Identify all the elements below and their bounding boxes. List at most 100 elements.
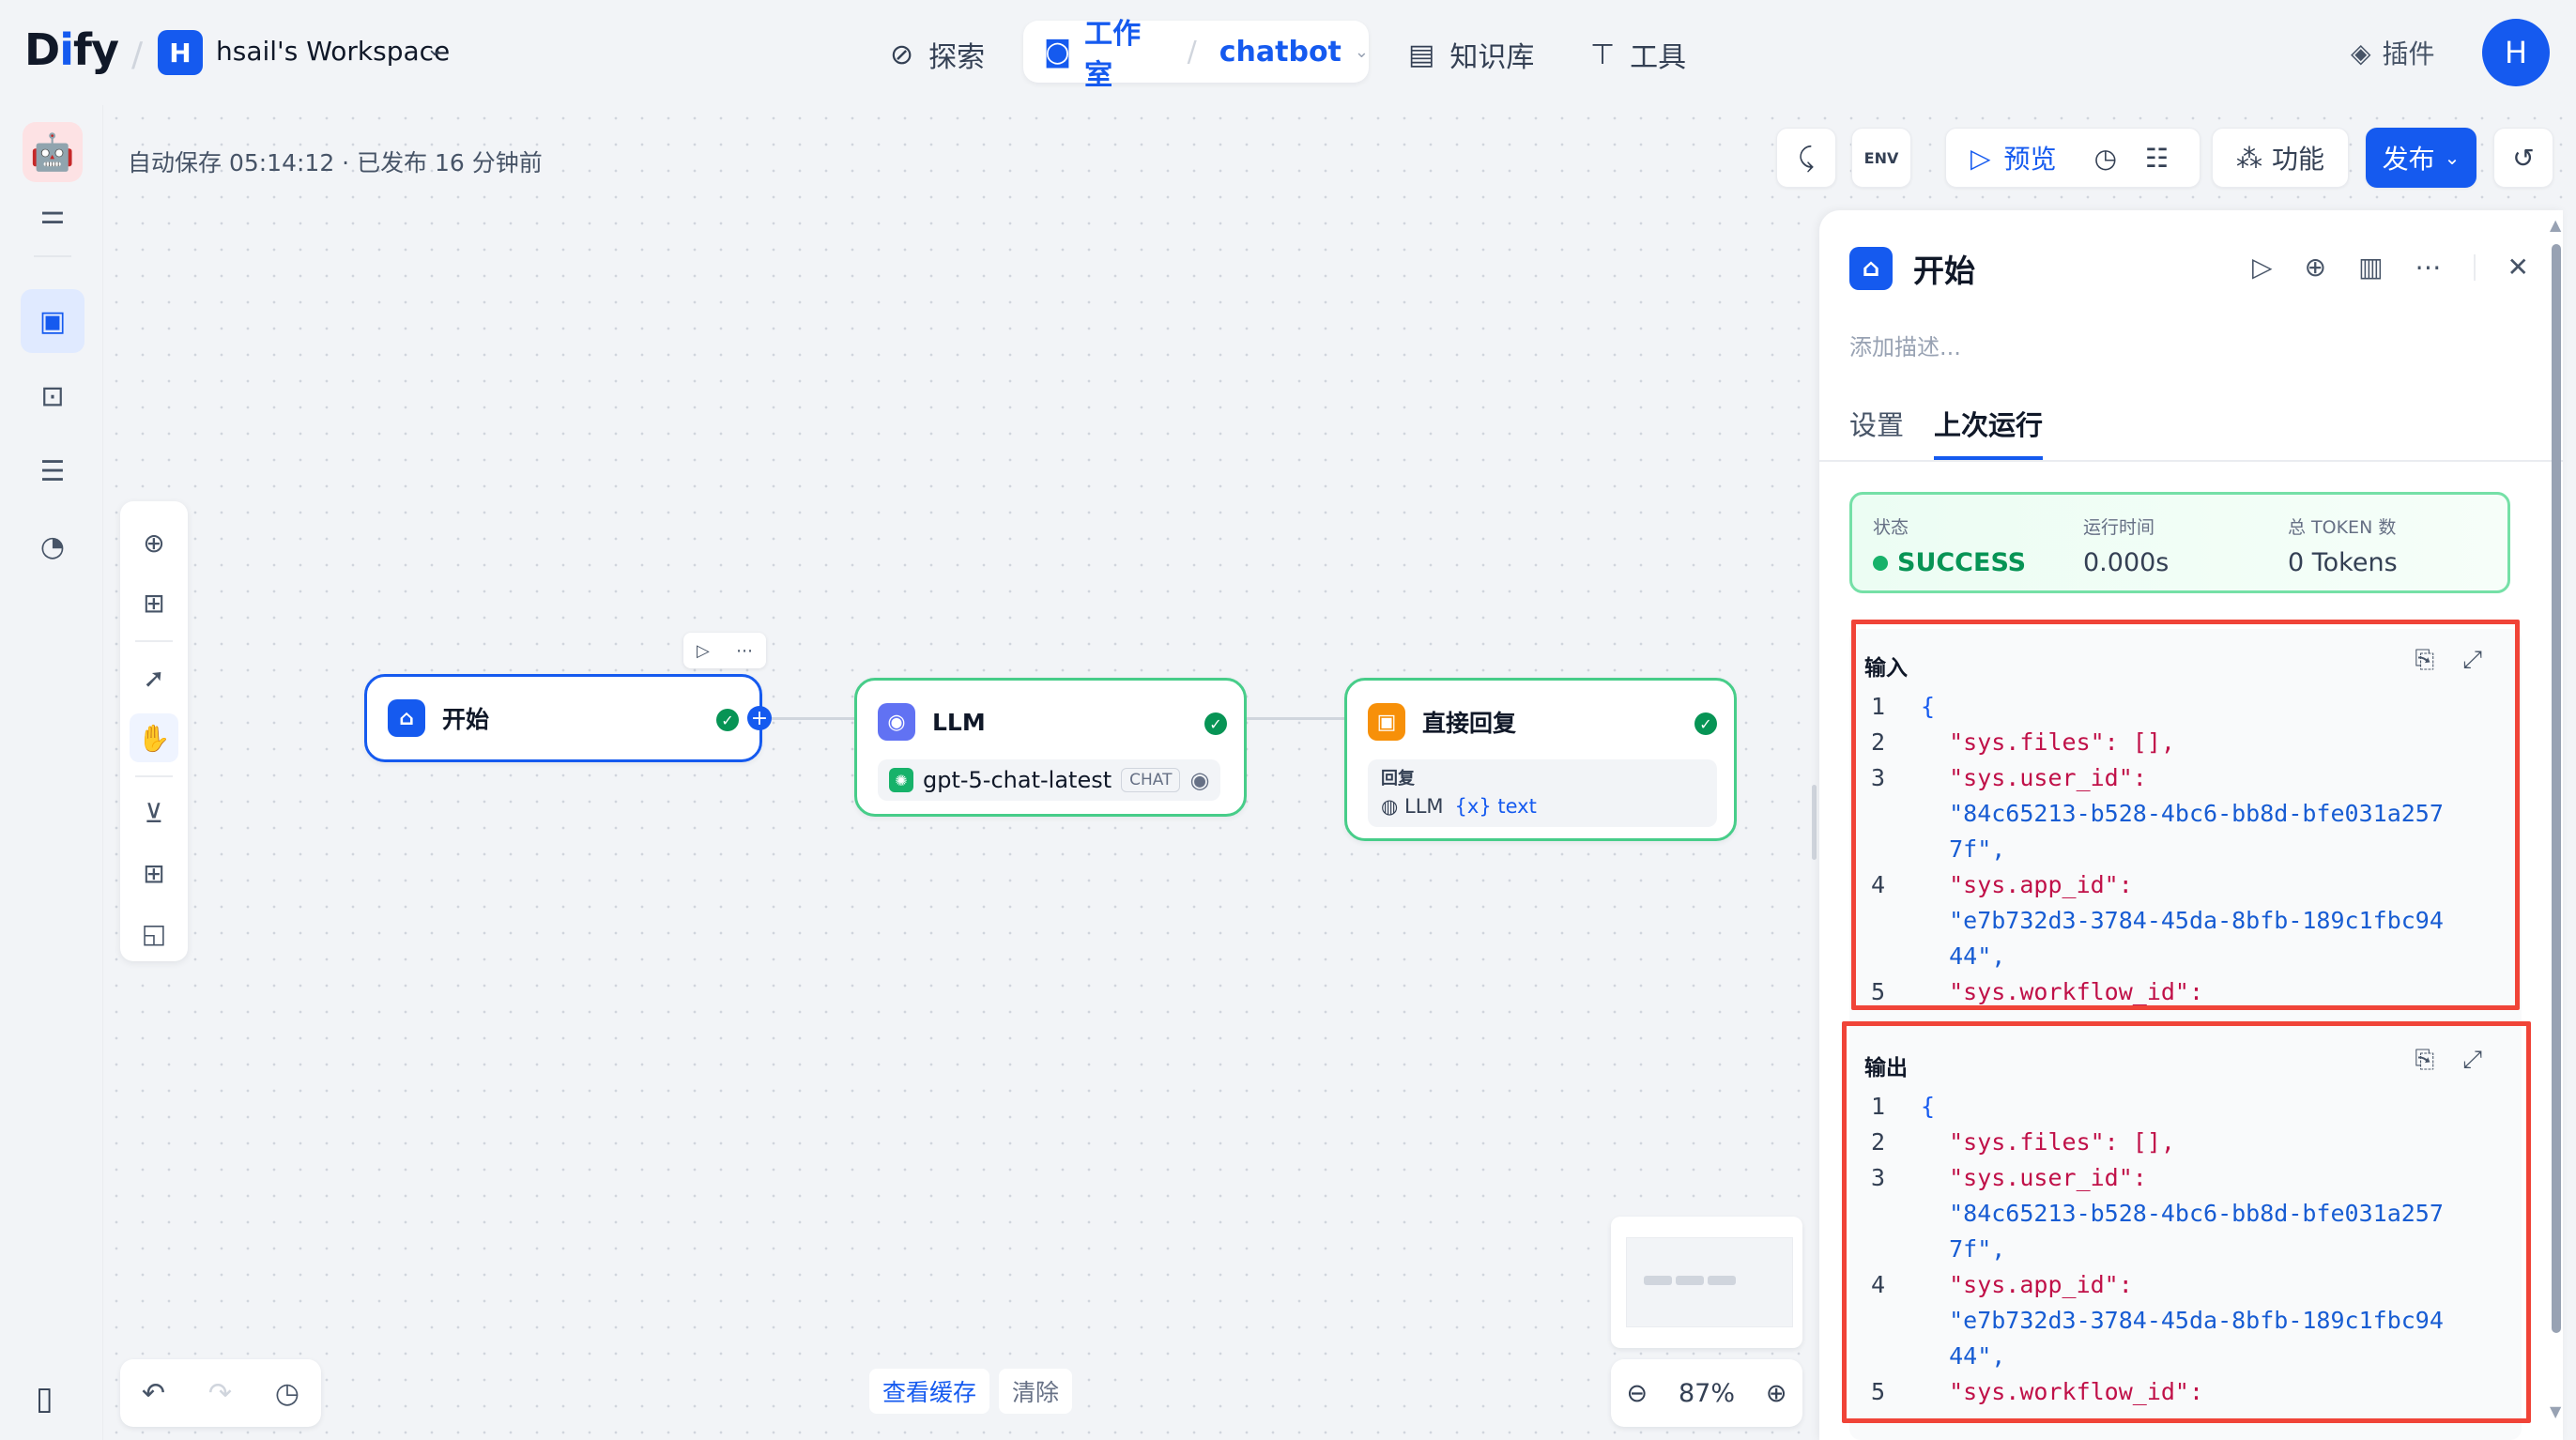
workspace-separator: / bbox=[131, 36, 144, 74]
run-time-value: 0.000s bbox=[2083, 548, 2170, 577]
reply-source-node: ◍ LLM bbox=[1381, 795, 1444, 818]
add-note-icon[interactable]: ⊞ bbox=[130, 578, 178, 627]
play-icon: ▷ bbox=[1970, 142, 1991, 174]
view-cache-button[interactable]: 查看缓存 bbox=[869, 1369, 990, 1414]
hand-icon[interactable]: ✋ bbox=[130, 713, 178, 762]
env-button[interactable]: ENV bbox=[1851, 128, 1911, 188]
compass-icon: ⊘ bbox=[890, 38, 914, 71]
close-icon[interactable]: ✕ bbox=[2507, 252, 2529, 283]
more-icon[interactable]: ⋯ bbox=[2415, 252, 2442, 283]
success-check-icon: ✓ bbox=[716, 709, 739, 731]
terminal-icon: ⊡ bbox=[40, 379, 65, 413]
chevron-down-icon[interactable]: ⌄ bbox=[1355, 42, 1369, 62]
zoom-out-icon[interactable]: ⊖ bbox=[1626, 1379, 1648, 1408]
chevron-down-icon: ⌄ bbox=[2444, 146, 2461, 169]
export-image-icon[interactable]: ⊻ bbox=[130, 789, 178, 837]
run-status-card: 状态 SUCCESS 运行时间 0.000s 总 TOKEN 数 0 Token… bbox=[1849, 492, 2510, 593]
nav-plugins[interactable]: ◈ 插件 bbox=[2351, 34, 2435, 71]
node-quick-actions: ▷ ⋯ bbox=[683, 633, 766, 668]
sidebar-toggle-icon[interactable]: ▯ bbox=[36, 1380, 54, 1417]
tool-palette: ⊕ ⊞ ➚ ✋ ⊻ ⊞ ◱ bbox=[120, 501, 188, 961]
preview-toolbar: ▷ 预览 ◷ ☷ bbox=[1945, 128, 2200, 188]
model-selector[interactable]: ✺ gpt-5-chat-latest CHAT ◉ bbox=[878, 759, 1221, 801]
chevron-down-icon[interactable]: ⌄ bbox=[426, 38, 443, 61]
clear-cache-button[interactable]: 清除 bbox=[999, 1369, 1073, 1414]
features-button[interactable]: ⁂ 功能 bbox=[2212, 128, 2349, 188]
edge-llm-answer bbox=[1247, 717, 1344, 720]
book-icon: ▤ bbox=[1408, 38, 1435, 71]
locate-icon[interactable]: ⊕ bbox=[2305, 252, 2326, 283]
user-avatar[interactable]: H bbox=[2482, 19, 2550, 86]
history-controls: ↶ ↷ ◷ bbox=[120, 1359, 321, 1427]
cube-icon: ◈ bbox=[2351, 37, 2371, 69]
workspace-avatar[interactable]: H bbox=[158, 30, 203, 75]
app-switcher[interactable]: chatbot bbox=[1219, 36, 1342, 69]
autosave-status: 自动保存 05:14:12 · 已发布 16 分钟前 bbox=[128, 149, 543, 176]
reply-variable: {x} text bbox=[1454, 795, 1537, 818]
history-icon[interactable]: ◷ bbox=[275, 1377, 299, 1410]
answer-icon: ▣ bbox=[1368, 703, 1405, 741]
version-history-button[interactable]: ↺ bbox=[2493, 128, 2553, 188]
scroll-up-icon[interactable]: ▲ bbox=[2550, 216, 2561, 234]
nav-tools[interactable]: ⊤ 工具 bbox=[1590, 34, 1686, 75]
tab-settings[interactable]: 设置 bbox=[1849, 404, 1904, 460]
panel-scrollbar[interactable]: ▲ ▼ bbox=[2546, 210, 2565, 1440]
sidebar-item-orchestrate[interactable]: ▣ bbox=[21, 289, 84, 353]
sidebar-item-monitoring[interactable]: ◔ bbox=[21, 514, 84, 578]
sliders-icon[interactable]: ⚌ bbox=[21, 182, 84, 246]
nav-studio[interactable]: ◙ 工作室 / chatbot ⌄ bbox=[1023, 18, 1369, 92]
run-node-icon[interactable]: ▷ bbox=[2252, 252, 2273, 283]
gauge-icon: ◔ bbox=[39, 529, 66, 563]
checklist-icon[interactable]: ☷ bbox=[2145, 143, 2169, 174]
panel-title[interactable]: 开始 bbox=[1913, 246, 1975, 291]
panel-resize-handle[interactable] bbox=[1812, 785, 1817, 860]
app-robot-icon[interactable]: 🤖 bbox=[23, 122, 83, 182]
nav-explore[interactable]: ⊘ 探索 bbox=[890, 34, 985, 75]
tab-last-run[interactable]: 上次运行 bbox=[1934, 404, 2044, 460]
organize-icon[interactable]: ⊞ bbox=[130, 849, 178, 897]
undo-icon[interactable]: ↶ bbox=[142, 1377, 165, 1410]
workspace-name[interactable]: hsail's Workspace bbox=[216, 36, 450, 67]
checklist-button[interactable]: ⤹ bbox=[1776, 128, 1836, 188]
sidebar-item-api[interactable]: ⊡ bbox=[21, 364, 84, 428]
robot-icon: ◙ bbox=[1044, 35, 1072, 69]
add-node-icon[interactable]: ⊕ bbox=[130, 518, 178, 567]
node-llm[interactable]: ◉ LLM ✓ ✺ gpt-5-chat-latest CHAT ◉ bbox=[854, 678, 1247, 817]
minimap[interactable] bbox=[1611, 1217, 1802, 1348]
scroll-down-icon[interactable]: ▼ bbox=[2550, 1402, 2561, 1420]
help-book-icon[interactable]: ▥ bbox=[2358, 252, 2383, 283]
dify-logo[interactable]: Dify bbox=[24, 24, 119, 75]
minimap-icon[interactable]: ◱ bbox=[130, 909, 178, 957]
openai-icon: ✺ bbox=[889, 768, 913, 792]
history-run-icon[interactable]: ◷ bbox=[2094, 143, 2117, 174]
layout-icon: ▣ bbox=[38, 304, 67, 338]
redo-icon[interactable]: ↷ bbox=[208, 1377, 232, 1410]
sidebar-item-logs[interactable]: ☰ bbox=[21, 439, 84, 503]
status-badge: SUCCESS bbox=[1897, 548, 2027, 577]
publish-button[interactable]: 发布 ⌄ bbox=[2366, 128, 2476, 188]
input-highlight-box bbox=[1851, 620, 2520, 1010]
zoom-in-icon[interactable]: ⊕ bbox=[1766, 1379, 1787, 1408]
zoom-controls: ⊖ 87% ⊕ bbox=[1611, 1359, 1802, 1427]
llm-brain-icon: ◉ bbox=[878, 703, 915, 741]
status-dot bbox=[1873, 555, 1888, 571]
pointer-icon[interactable]: ➚ bbox=[130, 653, 178, 702]
success-check-icon: ✓ bbox=[1204, 712, 1227, 735]
home-icon: ⌂ bbox=[388, 699, 425, 737]
nav-knowledge[interactable]: ▤ 知识库 bbox=[1408, 34, 1534, 75]
node-answer[interactable]: ▣ 直接回复 ✓ 回复 ◍ LLM {x} text bbox=[1344, 678, 1737, 841]
run-node-icon[interactable]: ▷ bbox=[697, 641, 710, 661]
description-input[interactable]: 添加描述... bbox=[1849, 329, 1961, 361]
grid-icon: ⁂ bbox=[2235, 142, 2262, 174]
zoom-level[interactable]: 87% bbox=[1679, 1379, 1735, 1408]
document-icon: ☰ bbox=[39, 454, 66, 488]
edge-start-llm bbox=[772, 717, 858, 720]
add-next-node-icon[interactable]: + bbox=[747, 706, 772, 730]
node-start[interactable]: ⌂ 开始 ✓ bbox=[364, 674, 762, 762]
preview-button[interactable]: 预览 bbox=[2004, 139, 2057, 176]
output-highlight-box bbox=[1842, 1021, 2531, 1423]
top-navigation: Dify / H hsail's Workspace ⌄ ⊘ 探索 ◙ 工作室 … bbox=[0, 0, 2576, 105]
more-icon[interactable]: ⋯ bbox=[736, 641, 753, 661]
home-icon: ⌂ bbox=[1849, 247, 1893, 290]
tools-icon: ⊤ bbox=[1590, 38, 1616, 71]
